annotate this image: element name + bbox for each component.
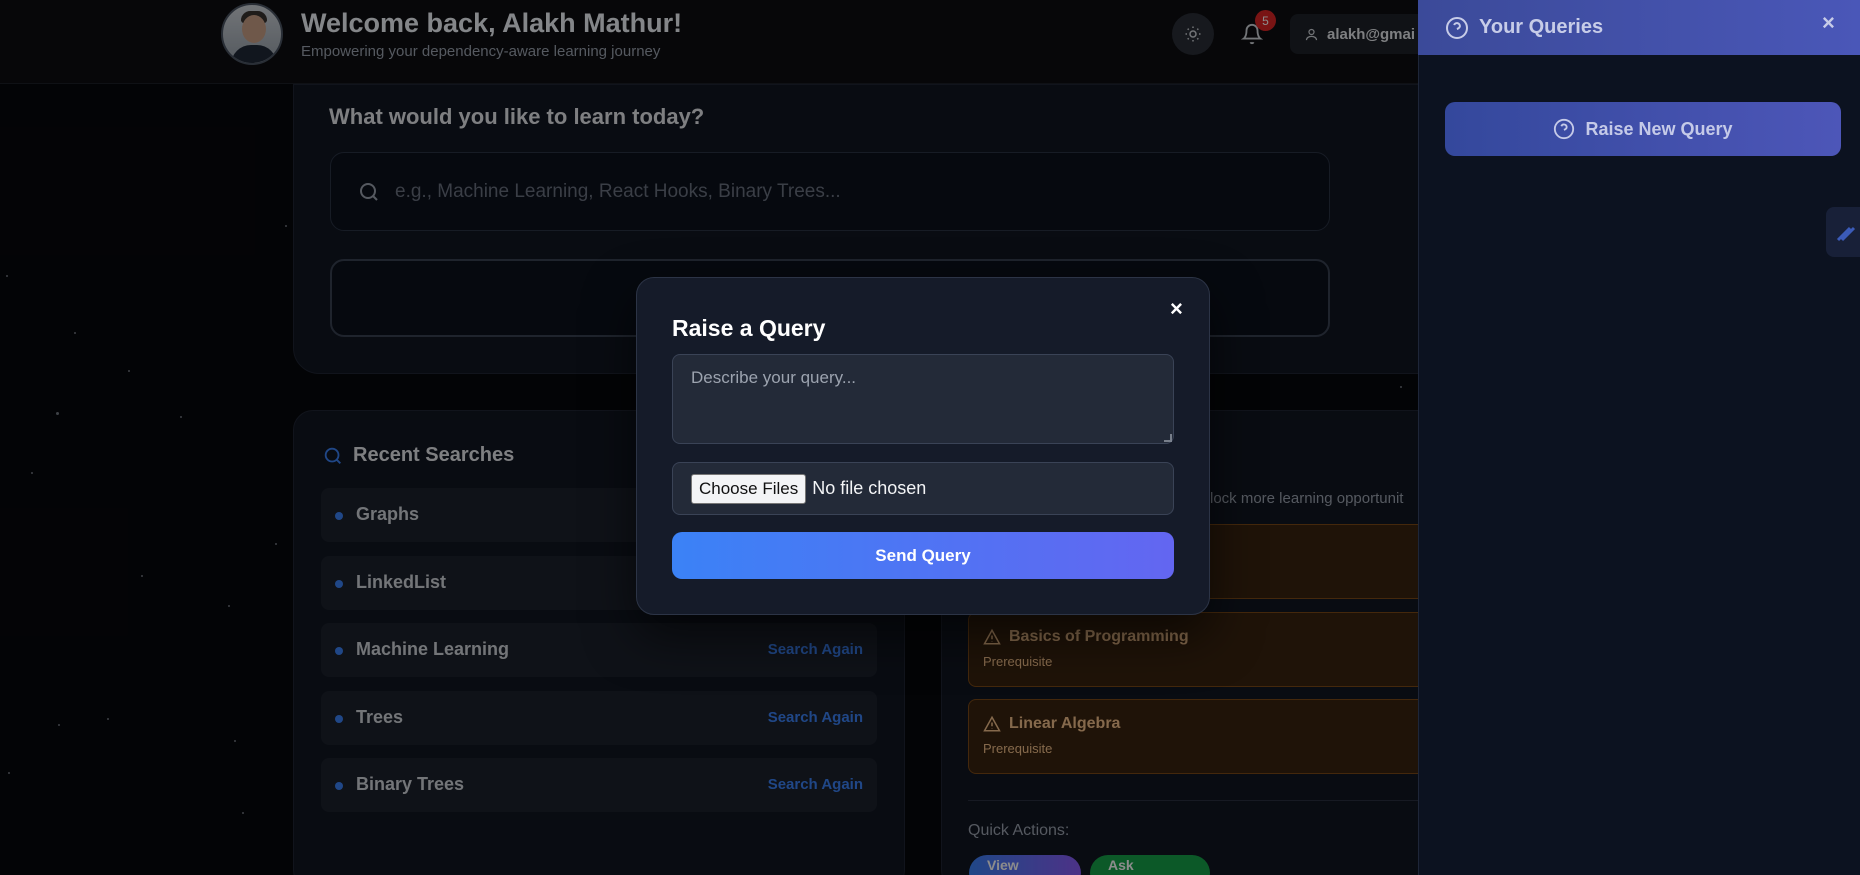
queries-panel-title: Your Queries <box>1479 16 1604 38</box>
choose-files-button[interactable]: Choose Files <box>691 473 807 504</box>
pencil-icon <box>1836 226 1856 242</box>
side-panel-close-button[interactable]: × <box>1822 10 1835 36</box>
queries-panel-header: Your Queries <box>1418 0 1860 55</box>
question-circle-icon <box>1446 16 1468 39</box>
query-description-textarea[interactable] <box>672 354 1174 444</box>
textarea-resize-handle[interactable] <box>1164 434 1172 442</box>
send-query-button[interactable]: Send Query <box>672 532 1174 579</box>
side-tab-handle[interactable] <box>1826 207 1860 257</box>
file-status-text: No file chosen <box>812 478 927 498</box>
raise-new-query-button[interactable]: Raise New Query <box>1445 102 1841 156</box>
raise-new-query-label: Raise New Query <box>1585 118 1733 139</box>
question-circle-icon <box>1554 118 1575 140</box>
modal-title: Raise a Query <box>672 315 826 341</box>
modal-close-button[interactable]: × <box>1170 296 1183 322</box>
file-upload-field[interactable]: Choose Files No file chosen <box>672 462 1174 515</box>
